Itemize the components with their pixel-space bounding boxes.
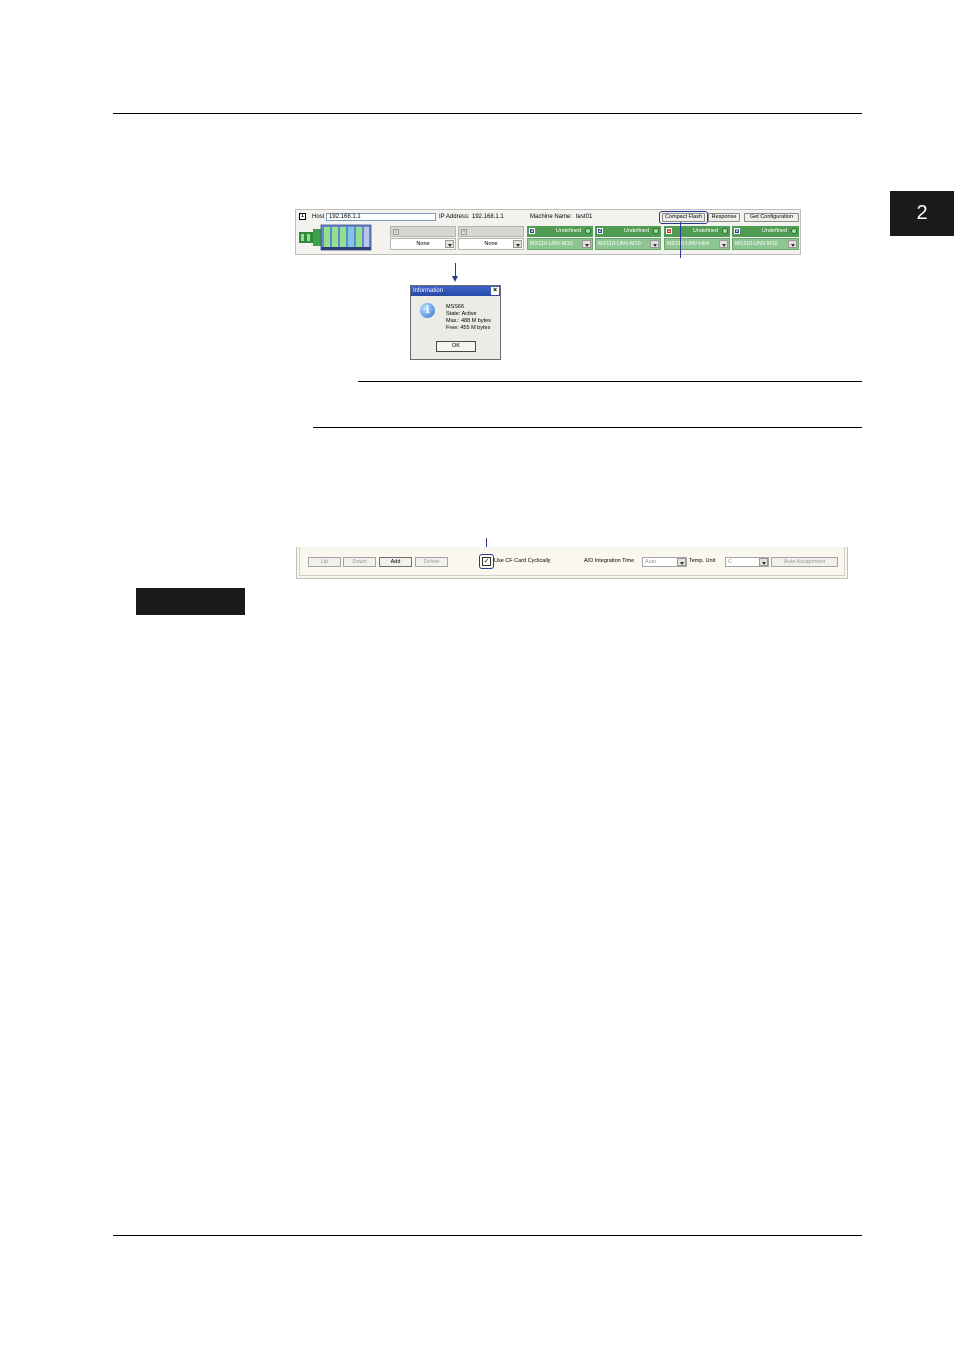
- ad-integration-value: Auto: [645, 559, 657, 565]
- slot-module-select[interactable]: MX110-UNV-H04: [664, 238, 730, 250]
- slot-status: Undefined: [692, 228, 718, 234]
- slot-select-value: MX110-UNV-M10: [598, 241, 641, 247]
- machine-name-value: test01: [576, 214, 593, 220]
- chevron-down-icon[interactable]: [582, 240, 591, 248]
- delete-button[interactable]: Delete: [415, 557, 448, 567]
- slot-module-select[interactable]: None: [390, 238, 456, 250]
- slot-module-select[interactable]: None: [458, 238, 524, 250]
- slot-module-select[interactable]: MX110-UNV-M10: [527, 238, 593, 250]
- channel-settings-bar: Up Down Add Delete ✓ Use CF Card Cyclica…: [296, 547, 848, 579]
- section-label-block: [136, 588, 245, 615]
- ip-address-label: IP Address:: [439, 214, 470, 220]
- dialog-line: MSS66: [446, 304, 465, 310]
- info-icon: i: [420, 303, 435, 318]
- information-dialog: Information × i MSS66 State: Active Max.…: [410, 285, 501, 360]
- slot-number: 0: [734, 228, 740, 234]
- slot-select-value: MX110-UNV-M10: [735, 241, 778, 247]
- slot-select-value: None: [484, 241, 498, 247]
- slot-status: Undefined: [761, 228, 787, 234]
- temp-unit-label: Temp. Unit: [689, 558, 716, 564]
- slot-header: 3 Undefined: [527, 226, 593, 237]
- toolbar-panel: 1 Host 192.168.1.1 IP Address: 192.168.1…: [295, 209, 801, 255]
- temp-unit-select[interactable]: C: [725, 557, 769, 567]
- slot-number: 1: [666, 228, 672, 234]
- slot-number: 5: [393, 229, 399, 235]
- down-button[interactable]: Down: [343, 557, 376, 567]
- slot-number: 4: [461, 229, 467, 235]
- dialog-line: Max.: 488 M bytes: [446, 318, 491, 324]
- close-icon[interactable]: ×: [491, 287, 499, 295]
- slot-header: 5: [390, 226, 456, 237]
- chapter-tab: 2: [890, 191, 954, 236]
- ip-address-value: 192.168.1.1: [472, 214, 504, 220]
- section-rule-lower: [313, 427, 862, 428]
- section-rule-upper: [358, 381, 862, 382]
- slot-header: 1 Undefined: [664, 226, 730, 237]
- chevron-down-icon[interactable]: [677, 558, 686, 566]
- response-button[interactable]: Response: [708, 213, 740, 222]
- dialog-line: Free: 455 M bytes: [446, 325, 491, 331]
- chevron-down-icon[interactable]: [759, 558, 768, 566]
- callout-arrow-head: [452, 276, 458, 282]
- callout-line-compact-flash: [680, 222, 681, 258]
- slot-number: 3: [529, 228, 535, 234]
- slot-header: 2 Undefined: [595, 226, 661, 237]
- chevron-down-icon[interactable]: [788, 240, 797, 248]
- slot-select-value: None: [416, 241, 430, 247]
- host-input[interactable]: 192.168.1.1: [326, 213, 436, 221]
- compact-flash-highlight: [659, 211, 708, 224]
- slot-select-value: MX110-UNV-M10: [530, 241, 573, 247]
- chevron-down-icon[interactable]: [719, 240, 728, 248]
- checkbox-highlight: [479, 554, 494, 569]
- host-label: Host: [312, 214, 325, 220]
- dialog-line: State: Active: [446, 311, 477, 317]
- status-led-icon: [791, 228, 797, 234]
- slot-status: Undefined: [555, 228, 581, 234]
- slot-select-value: MX110-UNV-H04: [667, 241, 710, 247]
- chevron-down-icon[interactable]: [513, 240, 522, 248]
- chevron-down-icon[interactable]: [445, 240, 454, 248]
- status-led-icon: [653, 228, 659, 234]
- device-rack-image: [299, 224, 372, 251]
- ok-button[interactable]: OK: [436, 341, 476, 352]
- slot-header: 4: [458, 226, 524, 237]
- status-led-icon: [585, 228, 591, 234]
- get-configuration-button[interactable]: Get Configuration: [744, 213, 799, 222]
- slot-module-select[interactable]: MX110-UNV-M10: [732, 238, 799, 250]
- slot-module-select[interactable]: MX110-UNV-M10: [595, 238, 661, 250]
- ad-integration-label: A/D Integration Time: [584, 558, 635, 564]
- callout-arrow-line: [455, 263, 456, 277]
- dialog-title: Information: [411, 286, 500, 296]
- slot-number: 2: [597, 228, 603, 234]
- slot-header: 0 Undefined: [732, 226, 799, 237]
- temp-unit-value: C: [728, 559, 732, 565]
- header-rule: [113, 113, 862, 114]
- machine-name-label: Machine Name:: [530, 214, 573, 220]
- up-button[interactable]: Up: [308, 557, 341, 567]
- slot-status: Undefined: [623, 228, 649, 234]
- auto-assignment-button[interactable]: Auto Assignment: [771, 557, 838, 567]
- chevron-down-icon[interactable]: [650, 240, 659, 248]
- footer-rule: [113, 1235, 862, 1236]
- use-cf-card-label: Use CF Card Cyclically: [494, 558, 551, 564]
- host-square-icon: 1: [299, 213, 306, 220]
- add-button[interactable]: Add: [379, 557, 412, 567]
- status-led-icon: [722, 228, 728, 234]
- ad-integration-select[interactable]: Auto: [642, 557, 687, 567]
